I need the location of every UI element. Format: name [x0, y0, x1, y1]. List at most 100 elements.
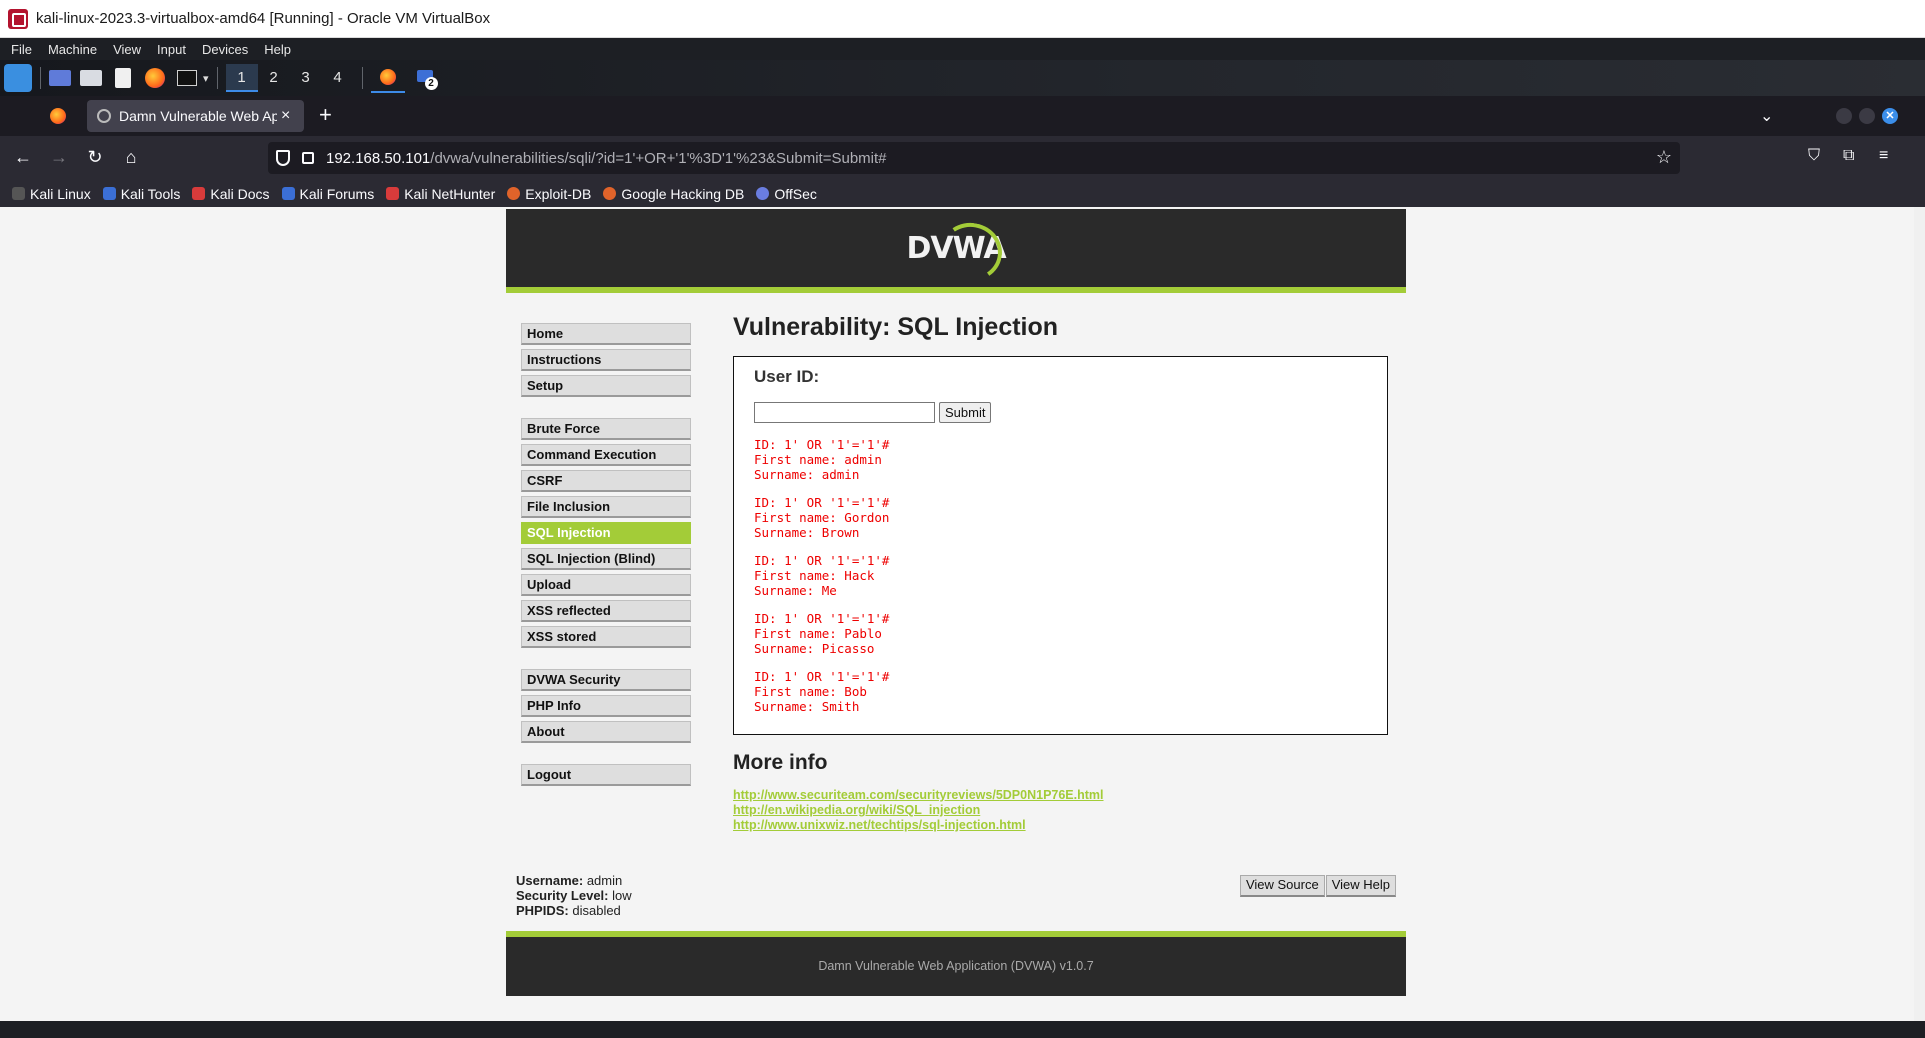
link-unixwiz[interactable]: http://www.unixwiz.net/techtips/sql-inje…: [733, 818, 1388, 833]
reload-icon[interactable]: ↻: [84, 147, 106, 168]
page-scrollbar[interactable]: [1914, 207, 1925, 1021]
result-first-name: First name: Hack: [754, 568, 875, 583]
menu-devices[interactable]: Devices: [194, 42, 256, 57]
menu-machine[interactable]: Machine: [40, 42, 105, 57]
dvwa-header: DVWA: [506, 209, 1406, 293]
bookmark-label: OffSec: [774, 185, 817, 202]
workspace-1[interactable]: 1: [225, 64, 258, 92]
nav-sql-injection-blind[interactable]: SQL Injection (Blind): [521, 548, 691, 570]
nav-home[interactable]: Home: [521, 323, 691, 345]
maximize-window-button[interactable]: [1859, 108, 1875, 124]
link-wikipedia[interactable]: http://en.wikipedia.org/wiki/SQL_injecti…: [733, 803, 1388, 818]
terminal-icon[interactable]: [177, 70, 197, 86]
show-desktop-icon[interactable]: [49, 70, 71, 86]
nav-dvwa-security[interactable]: DVWA Security: [521, 669, 691, 691]
submit-button[interactable]: Submit: [939, 402, 992, 423]
kali-menu-icon[interactable]: [4, 64, 32, 92]
bookmark-kali-tools[interactable]: Kali Tools: [102, 186, 180, 202]
vbox-statusbar: [0, 1021, 1925, 1038]
url-bar[interactable]: 192.168.50.101/dvwa/vulnerabilities/sqli…: [268, 142, 1680, 174]
result-id: ID: 1' OR '1'='1'#: [754, 553, 890, 568]
hamburger-menu-icon[interactable]: ≡: [1879, 147, 1888, 165]
menu-input[interactable]: Input: [149, 42, 194, 57]
extensions-icon[interactable]: ⧉: [1843, 147, 1854, 165]
kali-docs-icon: [192, 187, 206, 200]
site-info-icon[interactable]: [302, 152, 314, 164]
menu-help[interactable]: Help: [256, 42, 299, 57]
nav-setup[interactable]: Setup: [521, 375, 691, 397]
kali-forums-icon: [281, 187, 295, 200]
result-id: ID: 1' OR '1'='1'#: [754, 611, 890, 626]
bookmark-google-hacking-db[interactable]: Google Hacking DB: [603, 186, 744, 202]
link-securiteam[interactable]: http://www.securiteam.com/securityreview…: [733, 788, 1388, 803]
chevron-down-icon[interactable]: ▾: [203, 72, 209, 85]
bookmark-kali-forums[interactable]: Kali Forums: [281, 185, 375, 202]
view-source-button[interactable]: View Source: [1239, 875, 1325, 897]
nav-logout[interactable]: Logout: [521, 764, 691, 786]
bookmark-kali-docs[interactable]: Kali Docs: [192, 185, 270, 202]
taskbar-window-group[interactable]: 2: [411, 63, 441, 93]
view-help-button[interactable]: View Help: [1325, 875, 1396, 897]
pocket-icon[interactable]: ⛉: [1808, 147, 1820, 165]
nav-about[interactable]: About: [521, 721, 691, 743]
close-tab-icon[interactable]: ×: [281, 107, 290, 125]
kali-panel: ▾ 1 2 3 4 2: [0, 60, 1925, 96]
result-id: ID: 1' OR '1'='1'#: [754, 669, 890, 684]
query-result: ID: 1' OR '1'='1'# First name: Gordon Su…: [754, 495, 1367, 540]
home-icon[interactable]: ⌂: [120, 147, 142, 168]
result-id: ID: 1' OR '1'='1'#: [754, 495, 890, 510]
panel-separator: [40, 67, 41, 89]
bookmark-exploit-db[interactable]: Exploit-DB: [507, 186, 591, 202]
text-editor-icon[interactable]: [115, 68, 131, 88]
list-all-tabs-chevron-icon[interactable]: ⌄: [1760, 106, 1773, 126]
nav-php-info[interactable]: PHP Info: [521, 695, 691, 717]
tracking-protection-shield-icon[interactable]: [276, 150, 290, 166]
taskbar-firefox[interactable]: [370, 63, 405, 93]
result-surname: Surname: Picasso: [754, 641, 875, 656]
tab-dvwa[interactable]: Damn Vulnerable Web Ap ×: [87, 100, 304, 132]
bookmark-offsec[interactable]: OffSec: [756, 186, 817, 202]
minimize-window-button[interactable]: [1836, 108, 1852, 124]
firefox-navbar: ← → ↻ ⌂ 192.168.50.101/dvwa/vulnerabilit…: [0, 136, 1925, 180]
nav-instructions[interactable]: Instructions: [521, 349, 691, 371]
url-text[interactable]: 192.168.50.101/dvwa/vulnerabilities/sqli…: [326, 150, 887, 167]
nav-xss-stored[interactable]: XSS stored: [521, 626, 691, 648]
bookmark-label: Google Hacking DB: [621, 185, 745, 202]
phpids-row: PHPIDS: disabled: [516, 903, 632, 918]
file-manager-icon[interactable]: [80, 70, 102, 86]
bookmark-kali-nethunter[interactable]: Kali NetHunter: [386, 186, 495, 202]
loading-icon: [97, 109, 111, 123]
url-host: 192.168.50.101: [326, 149, 431, 167]
nav-brute-force[interactable]: Brute Force: [521, 418, 691, 440]
nav-csrf[interactable]: CSRF: [521, 470, 691, 492]
dvwa-container: DVWA Home Instructions Setup Brute Force…: [506, 209, 1406, 996]
security-level-row: Security Level: low: [516, 888, 632, 903]
forward-arrow-icon[interactable]: →: [48, 147, 70, 168]
workspace-4[interactable]: 4: [322, 64, 354, 92]
bookmark-kali-linux[interactable]: Kali Linux: [12, 186, 91, 202]
nav-xss-reflected[interactable]: XSS reflected: [521, 600, 691, 622]
menu-file[interactable]: File: [0, 42, 40, 57]
firefox-launcher-icon[interactable]: [145, 68, 165, 88]
result-id: ID: 1' OR '1'='1'#: [754, 437, 890, 452]
nav-file-inclusion[interactable]: File Inclusion: [521, 496, 691, 518]
nav-command-execution[interactable]: Command Execution: [521, 444, 691, 466]
bookmark-label: Kali Linux: [30, 185, 91, 202]
menu-view[interactable]: View: [105, 42, 149, 57]
back-arrow-icon[interactable]: ←: [12, 147, 34, 168]
dvwa-footer: Damn Vulnerable Web Application (DVWA) v…: [506, 931, 1406, 996]
new-tab-button[interactable]: +: [319, 102, 332, 128]
workspace-2[interactable]: 2: [258, 64, 290, 92]
query-result: ID: 1' OR '1'='1'# First name: Bob Surna…: [754, 669, 1367, 714]
query-result: ID: 1' OR '1'='1'# First name: Pablo Sur…: [754, 611, 1367, 656]
nav-sql-injection[interactable]: SQL Injection: [521, 522, 691, 544]
page-title: Vulnerability: SQL Injection: [733, 313, 1059, 341]
workspace-3[interactable]: 3: [290, 64, 322, 92]
nav-upload[interactable]: Upload: [521, 574, 691, 596]
userid-input[interactable]: [754, 402, 935, 423]
bookmark-label: Kali Forums: [299, 185, 375, 202]
bookmark-star-icon[interactable]: ☆: [1656, 147, 1672, 168]
close-window-button[interactable]: ✕: [1882, 108, 1898, 124]
pinned-tab-firefox-icon[interactable]: [50, 108, 66, 124]
bookmark-label: Kali Docs: [210, 185, 270, 202]
